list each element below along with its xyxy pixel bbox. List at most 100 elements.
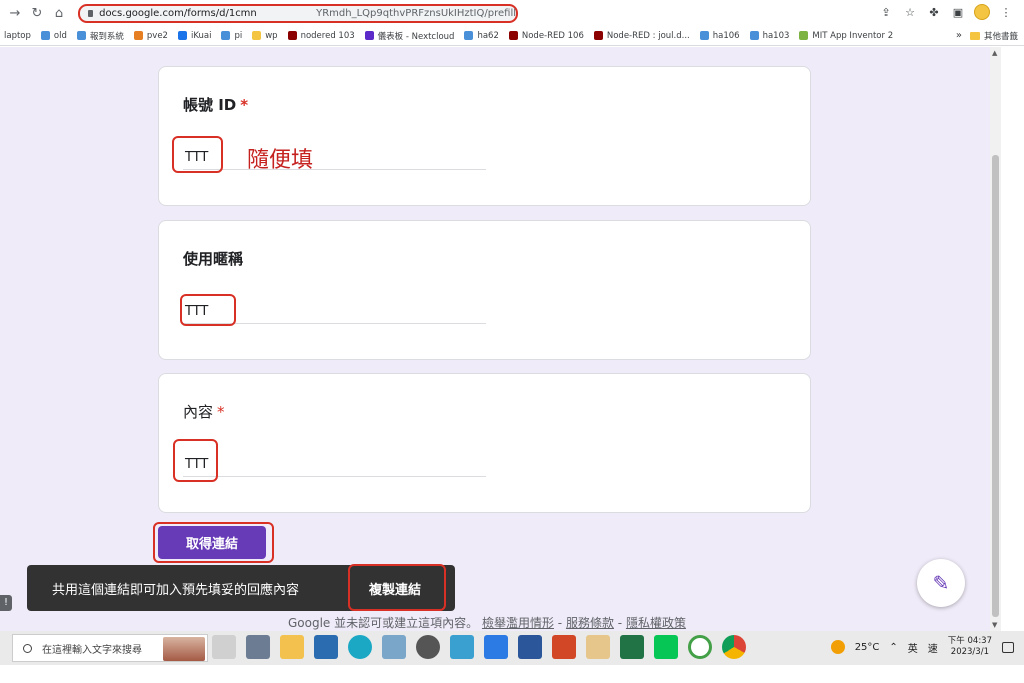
lock-icon bbox=[88, 10, 94, 17]
question-card-content: 內容 * TTT bbox=[158, 373, 811, 513]
settings-gear-icon[interactable] bbox=[416, 635, 440, 659]
required-asterisk: * bbox=[240, 96, 249, 114]
scroll-up-icon[interactable]: ▲ bbox=[992, 49, 997, 57]
edge-icon[interactable] bbox=[348, 635, 372, 659]
powerpoint-icon[interactable] bbox=[552, 635, 576, 659]
bookmark-item[interactable]: iKuai bbox=[177, 31, 211, 41]
home-icon[interactable]: ⌂ bbox=[48, 2, 70, 24]
app-icon[interactable] bbox=[450, 635, 474, 659]
search-icon bbox=[23, 643, 32, 653]
windows-taskbar: 在這裡輸入文字來搜尋 25°C ⌃ 英 速 下午 04:37 2023/3/1 bbox=[0, 631, 1024, 665]
report-abuse-link[interactable]: 檢舉濫用情形 bbox=[482, 616, 554, 630]
footer-separator: - bbox=[613, 616, 626, 630]
ime-language[interactable]: 英 bbox=[908, 640, 918, 655]
bookmark-item[interactable]: nodered 103 bbox=[287, 31, 355, 41]
taskbar-search-placeholder: 在這裡輸入文字來搜尋 bbox=[42, 644, 142, 656]
highlight-box bbox=[172, 136, 223, 173]
form-page: 帳號 ID * TTT 隨便填 使用暱稱 TTT 內容 * TTT 取得連結 共用這… bbox=[0, 47, 990, 631]
bookmark-item[interactable]: Node-RED 106 bbox=[508, 31, 584, 41]
extensions-icon[interactable]: ✤ bbox=[926, 3, 942, 21]
file-explorer-icon[interactable] bbox=[280, 635, 304, 659]
star-icon[interactable]: ☆ bbox=[902, 3, 918, 21]
scroll-down-icon[interactable]: ▼ bbox=[992, 621, 997, 629]
bookmark-item[interactable]: MIT App Inventor 2 bbox=[799, 31, 893, 41]
question-card-nickname: 使用暱稱 TTT bbox=[158, 220, 811, 360]
store-icon[interactable] bbox=[314, 635, 338, 659]
taskbar-search-box[interactable]: 在這裡輸入文字來搜尋 bbox=[12, 634, 208, 662]
bookmark-favicon-icon bbox=[252, 31, 262, 40]
bookmark-favicon-icon bbox=[699, 31, 709, 40]
footer: Google 並未認可或建立這項內容。 檢舉濫用情形 - 服務條款 - 隱私權政… bbox=[288, 614, 686, 631]
reload-icon[interactable]: ↻ bbox=[26, 2, 48, 24]
bookmark-label: Node-RED : joul.d... bbox=[606, 30, 690, 41]
bookmark-item[interactable]: ha103 bbox=[749, 30, 790, 41]
bookmark-favicon-icon bbox=[593, 31, 603, 40]
bookmark-favicon-icon bbox=[287, 31, 297, 40]
highlight-box bbox=[180, 294, 236, 326]
side-panel-icon[interactable]: ▣ bbox=[950, 3, 966, 21]
required-asterisk: * bbox=[217, 403, 225, 421]
bookmark-label: 儀表板 - Nextcloud bbox=[377, 31, 455, 42]
bookmark-favicon-icon bbox=[799, 31, 809, 40]
bookmark-item[interactable]: Node-RED : joul.d... bbox=[593, 30, 690, 41]
bookmark-favicon-icon bbox=[508, 31, 518, 40]
other-bookmarks-label: 其他書籤 bbox=[983, 31, 1018, 42]
bookmark-label: laptop bbox=[4, 30, 31, 41]
menu-kebab-icon[interactable]: ⋮ bbox=[998, 3, 1014, 21]
bookmark-item[interactable]: 儀表板 - Nextcloud bbox=[364, 30, 455, 42]
excel-icon[interactable] bbox=[620, 635, 644, 659]
forward-arrow-icon[interactable]: → bbox=[4, 2, 26, 24]
bookmark-favicon-icon bbox=[177, 31, 187, 40]
bookmarks-more-icon[interactable]: » bbox=[956, 30, 962, 41]
bookmark-item[interactable]: pi bbox=[221, 31, 242, 41]
feedback-badge-icon[interactable]: ! bbox=[0, 595, 12, 611]
scroll-thumb[interactable] bbox=[992, 155, 999, 617]
weather-sun-icon[interactable] bbox=[830, 640, 845, 654]
page-scrollbar[interactable]: ▲ ▼ bbox=[990, 47, 1001, 631]
edit-pencil-icon[interactable]: ✎ bbox=[917, 559, 965, 607]
app-icon[interactable] bbox=[382, 635, 406, 659]
footer-disclaimer: Google 並未認可或建立這項內容。 bbox=[288, 616, 479, 630]
bookmark-item[interactable]: ha62 bbox=[464, 30, 499, 41]
paint-icon[interactable] bbox=[586, 635, 610, 659]
profile-avatar[interactable] bbox=[974, 4, 990, 20]
word-icon[interactable] bbox=[518, 635, 542, 659]
loading-ring-icon[interactable] bbox=[688, 635, 712, 659]
bookmark-favicon-icon bbox=[76, 31, 86, 40]
task-view-icon[interactable] bbox=[212, 635, 236, 659]
notification-icon[interactable] bbox=[1002, 641, 1014, 653]
ime-mode[interactable]: 速 bbox=[928, 640, 938, 655]
bookmark-item[interactable]: pve2 bbox=[133, 31, 168, 41]
bookmarks-bar: laptop old 報到系統 pve2 iKuai pi wp nodered 103 儀表板… bbox=[0, 26, 1024, 46]
question-title: 使用暱稱 bbox=[183, 248, 243, 269]
terms-link[interactable]: 服務條款 bbox=[566, 616, 614, 630]
question-title-text: 帳號 ID bbox=[183, 96, 237, 114]
bookmark-item[interactable]: ha106 bbox=[699, 31, 740, 41]
bookmark-item[interactable]: 報到系統 bbox=[76, 30, 124, 42]
bookmark-label: ha62 bbox=[477, 30, 499, 41]
account-id-input[interactable]: TTT bbox=[183, 150, 486, 170]
calculator-icon[interactable] bbox=[246, 635, 270, 659]
weather-temperature[interactable]: 25°C bbox=[855, 642, 880, 653]
store-bag-icon[interactable] bbox=[484, 635, 508, 659]
other-bookmarks[interactable]: 其他書籤 bbox=[969, 30, 1018, 42]
address-bar[interactable]: docs.google.com/forms/d/1cmn YRmdh_LQp9q… bbox=[78, 4, 518, 23]
clock[interactable]: 下午 04:37 2023/3/1 bbox=[948, 636, 992, 658]
chevron-up-icon[interactable]: ⌃ bbox=[889, 642, 897, 653]
bookmark-favicon-icon bbox=[364, 31, 374, 40]
share-icon[interactable]: ⇪ bbox=[878, 3, 894, 21]
bookmark-item[interactable]: old bbox=[40, 30, 67, 41]
privacy-link[interactable]: 隱私權政策 bbox=[626, 616, 686, 630]
bookmark-favicon-icon bbox=[133, 31, 143, 40]
content-input[interactable]: TTT bbox=[183, 457, 486, 477]
taskbar-apps bbox=[212, 635, 746, 659]
line-icon[interactable] bbox=[654, 635, 678, 659]
bookmark-item[interactable]: wp bbox=[252, 31, 278, 41]
footer-separator: - bbox=[553, 616, 566, 630]
question-title-text: 使用暱稱 bbox=[183, 250, 244, 268]
bookmark-favicon-icon bbox=[749, 31, 759, 40]
bookmark-label: ha103 bbox=[762, 30, 790, 41]
bookmark-item[interactable]: laptop bbox=[4, 31, 31, 41]
chrome-icon[interactable] bbox=[722, 635, 746, 659]
bookmark-label: old bbox=[53, 30, 67, 41]
